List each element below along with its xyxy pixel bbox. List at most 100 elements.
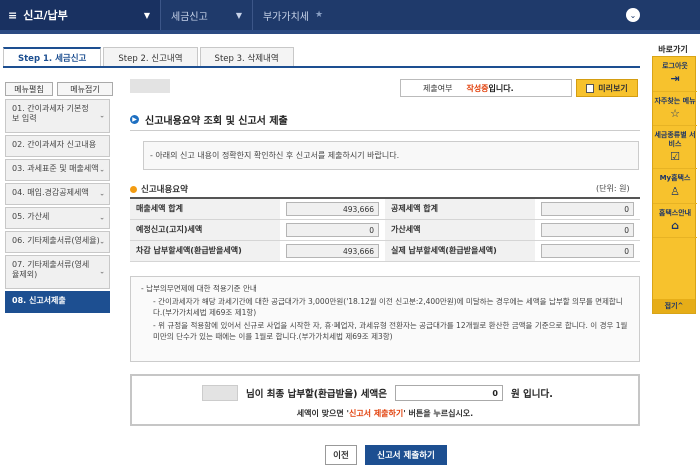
sidebar-item-submit[interactable]: 08. 신고서제출 — [5, 291, 110, 313]
preview-button[interactable]: 미리보기 — [576, 79, 638, 97]
menu-collapse-button[interactable]: 메뉴접기 — [57, 82, 113, 96]
breadcrumb-tax-filing[interactable]: 세금신고 ▼ — [160, 0, 252, 30]
tab-step2[interactable]: Step 2. 신고내역 — [103, 47, 198, 67]
check-icon: ☑ — [670, 149, 680, 163]
submission-status: 제출여부 작성중 입니다. — [400, 79, 572, 97]
table-value-cell: 0 — [535, 219, 640, 241]
arrow-right-icon: ▶ — [130, 115, 139, 124]
page-title: ▶ 신고내용요약 조회 및 신고서 제출 — [130, 112, 288, 127]
menu-expand-button[interactable]: 메뉴펼침 — [5, 82, 53, 96]
hamburger-icon: ≡ — [8, 8, 18, 22]
notice-line: - 위 규정을 적용함에 있어서 신규로 사업을 시작한 자, 휴·폐업자, 과… — [153, 320, 628, 341]
prelim-tax-field: 0 — [286, 222, 379, 237]
sidebar-item-tax-base[interactable]: 03. 과세표준 및 매출세액 ⌄ — [5, 159, 110, 181]
sidebar-item-label: 07. 기타제출서류(영세율제외) — [12, 260, 90, 279]
unit-label: (단위: 원) — [596, 184, 630, 193]
submit-return-button[interactable]: 신고서 제출하기 — [365, 445, 447, 465]
info-message: - 아래의 신고 내용이 정확한지 확인하신 후 신고서를 제출하시기 바랍니다… — [143, 141, 639, 170]
main-menu-button[interactable]: ≡ 신고/납부 ▼ — [0, 0, 160, 30]
status-suffix: 입니다. — [488, 83, 514, 93]
chevron-down-icon: ⌄ — [99, 237, 105, 246]
title-divider — [130, 130, 640, 131]
nav-divider — [0, 30, 700, 34]
sidebar-item-non-zero-rate[interactable]: 07. 기타제출서류(영세율제외) ⌄ — [5, 255, 110, 289]
sidebar-item-zero-rate[interactable]: 06. 기타제출서류(영세율) ⌄ — [5, 231, 110, 253]
sidebar-item-penalty[interactable]: 05. 가산세 ⌄ — [5, 207, 110, 229]
chevron-down-icon: ⌄ — [99, 267, 105, 276]
sidebar-controls: 메뉴펼침 메뉴접기 — [5, 82, 113, 96]
penalty-tax-field: 0 — [541, 222, 634, 237]
sidebar-item-report-content[interactable]: 02. 간이과세자 신고내용 — [5, 135, 110, 157]
table-value-cell: 493,666 — [280, 198, 385, 220]
sidebar-item-label: 06. 기타제출서류(영세율) — [12, 236, 100, 245]
table-row: 차감 납부할세액(환급받을세액) 493,666 실제 납부할세액(환급받을세액… — [130, 240, 640, 262]
bullet-dot-icon — [130, 185, 137, 193]
top-navbar: ≡ 신고/납부 ▼ 세금신고 ▼ 부가가치세 ★ ⌄ — [0, 0, 700, 30]
user-name-redacted — [130, 79, 170, 93]
document-icon — [586, 83, 595, 93]
chevron-down-icon: ⌄ — [99, 111, 105, 120]
table-header-cell: 예정신고(고지)세액 — [130, 219, 280, 241]
notice-line: - 간이과세자가 해당 과세기간에 대한 공급대가가 3,000만원('18.1… — [153, 296, 623, 317]
star-icon: ☆ — [670, 106, 680, 120]
table-value-cell: 0 — [535, 240, 640, 262]
table-row: 매출세액 합계 493,666 공제세액 합계 0 — [130, 198, 640, 220]
sidebar-item-deduction[interactable]: 04. 매입.경감공제세액 ⌄ — [5, 183, 110, 205]
quick-item-label: 자주찾는 메뉴 — [654, 96, 696, 105]
instruction-text: 세액이 맞으면 ' — [296, 409, 349, 418]
sidebar-item-label: 05. 가산세 — [12, 212, 50, 221]
home-icon: ⌂ — [671, 219, 679, 233]
star-icon[interactable]: ★ — [315, 10, 323, 20]
prev-button[interactable]: 이전 — [325, 445, 357, 465]
taxpayer-name-redacted — [202, 385, 238, 401]
table-value-cell: 0 — [280, 219, 385, 241]
sidebar-item-label: 02. 간이과세자 신고내용 — [12, 140, 97, 149]
sidebar-item-label: 01. 간이과세자 기본정보 입력 — [12, 104, 89, 123]
quick-logout[interactable]: 로그아웃 ⇥ — [653, 57, 697, 92]
deduction-total-field: 0 — [541, 201, 634, 216]
sidebar-item-label: 08. 신고서제출 — [12, 296, 66, 305]
tab-step3[interactable]: Step 3. 삭제내역 — [199, 47, 294, 67]
final-tax-row: 님이 최종 납부할(환급받을) 세액은 0 원 입니다. — [202, 385, 553, 401]
sidebar-item-label: 04. 매입.경감공제세액 — [12, 188, 89, 197]
chevron-down-icon: ⌄ — [99, 165, 105, 174]
table-value-cell: 0 — [535, 198, 640, 220]
chevron-down-icon: ⌄ — [99, 213, 105, 222]
quick-item-label: My홈택스 — [659, 174, 691, 183]
breadcrumb-label: 부가가치세 — [262, 11, 309, 23]
caret-down-icon: ▼ — [143, 10, 150, 20]
sidebar-item-basic-info[interactable]: 01. 간이과세자 기본정보 입력 ⌄ — [5, 99, 110, 133]
status-label: 제출여부 — [423, 83, 453, 93]
sidebar-item-label: 03. 과세표준 및 매출세액 — [12, 164, 99, 173]
logout-icon: ⇥ — [670, 72, 680, 86]
table-header-cell: 가산세액 — [385, 219, 535, 241]
quick-item-label: 세금종류별 서비스 — [654, 131, 696, 148]
chevron-down-icon: ⌄ — [99, 189, 105, 198]
breadcrumb-vat[interactable]: 부가가치세 ★ — [251, 0, 333, 30]
preview-label: 미리보기 — [598, 83, 628, 93]
table-row: 예정신고(고지)세액 0 가산세액 0 — [130, 219, 640, 241]
exemption-notice: - 납부의무면제에 대한 적용기준 안내 - 간이과세자가 해당 과세기간에 대… — [130, 276, 640, 362]
notice-heading: - 납부의무면제에 대한 적용기준 안내 — [141, 284, 257, 293]
quick-links-title: 바로가기 — [658, 45, 688, 54]
final-text-suffix: 원 입니다. — [510, 389, 553, 400]
quick-hometax-guide[interactable]: 홈택스안내 ⌂ — [653, 204, 697, 239]
final-text: 님이 최종 납부할(환급받을) 세액은 — [246, 389, 387, 400]
tab-step1[interactable]: Step 1. 세금신고 — [3, 47, 102, 67]
final-instruction: 세액이 맞으면 '신고서 제출하기' 버튼을 누르십시오. — [132, 408, 638, 419]
breadcrumb-label: 세금신고 — [171, 11, 208, 23]
table-value-cell: 493,666 — [280, 240, 385, 262]
main-menu-label: 신고/납부 — [23, 9, 68, 22]
instruction-highlight: 신고서 제출하기 — [348, 409, 404, 418]
quick-item-label: 로그아웃 — [662, 62, 688, 70]
summary-title-text: 신고내용요약 — [141, 185, 188, 195]
page-title-text: 신고내용요약 조회 및 신고서 제출 — [145, 116, 288, 127]
quick-fold-button[interactable]: 접기^ — [653, 299, 695, 313]
quick-favorites[interactable]: 자주찾는 메뉴 ☆ — [653, 92, 697, 127]
person-icon: ♙ — [670, 184, 680, 198]
chevron-down-icon[interactable]: ⌄ — [626, 8, 640, 22]
quick-tax-services[interactable]: 세금종류별 서비스 ☑ — [653, 126, 697, 170]
quick-links-panel: 로그아웃 ⇥ 자주찾는 메뉴 ☆ 세금종류별 서비스 ☑ My홈택스 ♙ 홈택스… — [652, 56, 697, 314]
quick-my-hometax[interactable]: My홈택스 ♙ — [653, 169, 697, 204]
table-header-cell: 실제 납부할세액(환급받을세액) — [385, 240, 535, 262]
